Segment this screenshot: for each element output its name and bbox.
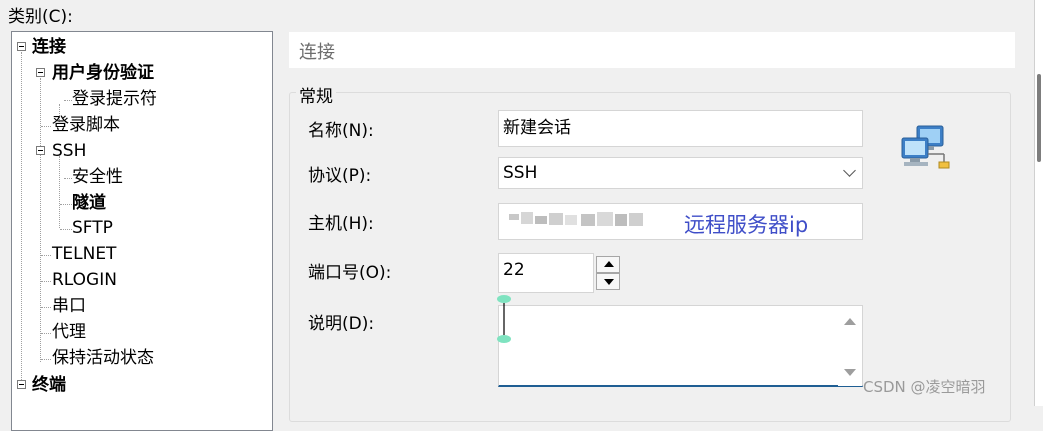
- watermark: CSDN @凌空暗羽: [863, 378, 986, 396]
- tree-item-proxy[interactable]: 代理: [52, 320, 86, 344]
- host-label: 主机(H):: [308, 214, 374, 234]
- collapse-icon[interactable]: [36, 146, 45, 155]
- host-input[interactable]: [498, 203, 863, 240]
- tree-item-rlogin[interactable]: RLOGIN: [52, 268, 117, 292]
- category-tree[interactable]: 连接 用户身份验证 登录提示符 登录脚本 SSH 安全性 隧道 SFTP TEL…: [11, 31, 273, 431]
- tree-item-login-script[interactable]: 登录脚本: [52, 113, 120, 137]
- tree-item-login-prompt[interactable]: 登录提示符: [72, 87, 157, 111]
- redacted-host-value: [509, 212, 643, 226]
- tree-item-terminal[interactable]: 终端: [32, 373, 66, 397]
- section-header: [289, 32, 1015, 68]
- category-label: 类别(C):: [8, 7, 73, 27]
- collapse-icon[interactable]: [17, 42, 26, 51]
- tree-connector: [21, 52, 22, 382]
- tree-connector: [59, 156, 60, 228]
- name-input[interactable]: 新建会话: [498, 110, 863, 147]
- annotation-remote-server-ip: 远程服务器ip: [684, 213, 809, 237]
- tree-connector: [64, 178, 72, 179]
- tree-item-keepalive[interactable]: 保持活动状态: [52, 346, 154, 370]
- tree-item-security[interactable]: 安全性: [72, 165, 123, 189]
- tree-item-ssh[interactable]: SSH: [52, 139, 86, 163]
- tree-connector: [60, 204, 72, 205]
- description-textarea[interactable]: [498, 305, 863, 387]
- section-title: 连接: [299, 42, 335, 63]
- window-right-scrollbar[interactable]: [1034, 0, 1043, 406]
- name-label: 名称(N):: [308, 121, 374, 141]
- tree-connector: [40, 78, 41, 362]
- tree-connector: [60, 229, 72, 230]
- protocol-dropdown[interactable]: SSH: [498, 157, 863, 189]
- collapse-icon[interactable]: [17, 380, 26, 389]
- tree-connector: [41, 333, 51, 334]
- port-increment-button[interactable]: [596, 256, 620, 273]
- tree-item-serial[interactable]: 串口: [52, 294, 86, 318]
- tree-connector: [41, 255, 51, 256]
- scroll-up-icon[interactable]: [844, 318, 856, 325]
- scroll-down-icon[interactable]: [844, 369, 856, 376]
- tree-item-tunnel[interactable]: 隧道: [72, 191, 106, 215]
- arrow-up-icon: [604, 261, 614, 267]
- tree-item-connection[interactable]: 连接: [32, 35, 66, 59]
- port-decrement-button[interactable]: [596, 273, 620, 290]
- protocol-value: SSH: [503, 163, 538, 183]
- tree-connector: [64, 100, 72, 101]
- collapse-icon[interactable]: [36, 68, 45, 77]
- tree-connector: [41, 307, 51, 308]
- port-input[interactable]: 22: [498, 253, 594, 293]
- tree-item-user-auth[interactable]: 用户身份验证: [52, 61, 154, 85]
- tree-item-sftp[interactable]: SFTP: [72, 216, 113, 240]
- description-scrollbar[interactable]: [838, 306, 862, 386]
- chevron-down-icon: [843, 164, 856, 177]
- protocol-label: 协议(P):: [308, 166, 372, 186]
- scrollbar-thumb[interactable]: [1037, 74, 1041, 162]
- tree-connector: [41, 359, 51, 360]
- tree-item-telnet[interactable]: TELNET: [52, 242, 116, 266]
- network-computers-icon: [900, 124, 950, 177]
- text-cursor-handles: [495, 293, 515, 352]
- group-title: 常规: [296, 82, 336, 107]
- arrow-down-icon: [604, 279, 614, 285]
- tree-connector: [41, 126, 51, 127]
- port-label: 端口号(O):: [308, 263, 392, 283]
- description-label: 说明(D):: [308, 314, 375, 334]
- tree-connector: [41, 281, 51, 282]
